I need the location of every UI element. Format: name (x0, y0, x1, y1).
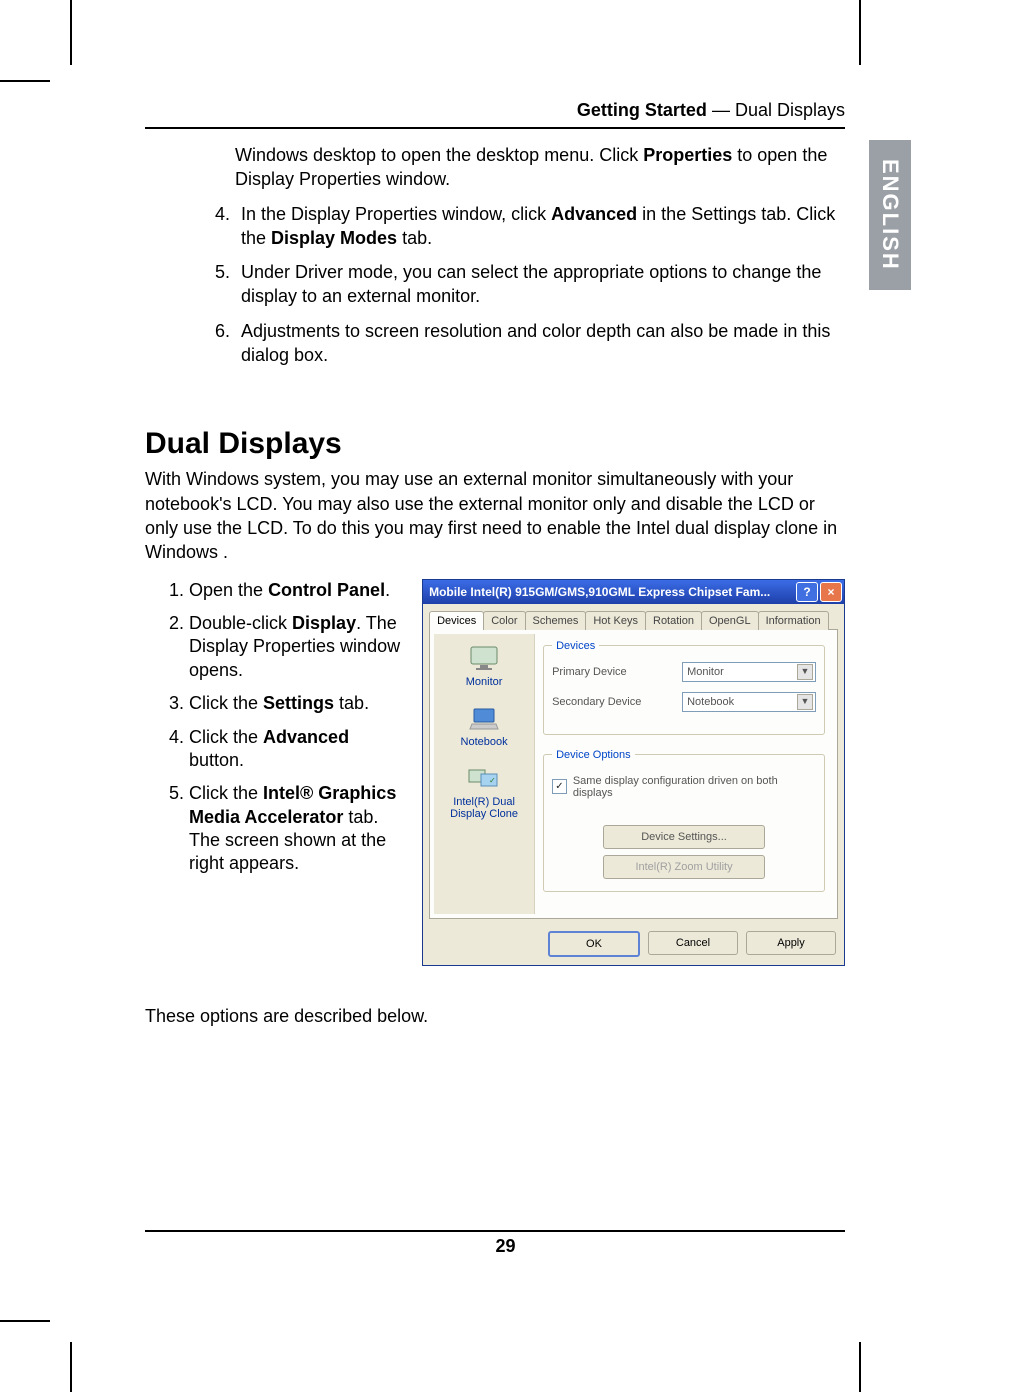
continued-fragment: Windows desktop to open the desktop menu… (235, 143, 845, 192)
device-options-legend: Device Options (552, 749, 635, 761)
help-button[interactable]: ? (796, 582, 818, 602)
dialog-title: Mobile Intel(R) 915GM/GMS,910GML Express… (429, 585, 794, 599)
primary-device-label: Primary Device (552, 666, 682, 678)
ok-button[interactable]: OK (548, 931, 640, 957)
cancel-button[interactable]: Cancel (648, 931, 738, 955)
running-header: Getting Started — Dual Displays (145, 100, 845, 129)
chevron-down-icon: ▼ (797, 664, 813, 680)
dialog-tab-devices[interactable]: Devices (429, 611, 484, 630)
instruction-item: Adjustments to screen resolution and col… (235, 319, 845, 368)
device-options-fieldset: Device Options ✓ Same display configurat… (543, 749, 825, 892)
same-config-label: Same display configuration driven on bot… (573, 775, 816, 799)
crop-mark (70, 1342, 72, 1392)
dialog-tab-information[interactable]: Information (758, 611, 829, 630)
primary-device-dropdown[interactable]: Monitor ▼ (682, 662, 816, 682)
intel-display-dialog: Mobile Intel(R) 915GM/GMS,910GML Express… (422, 579, 845, 966)
language-tab: ENGLISH (869, 140, 911, 290)
same-config-checkbox[interactable]: ✓ (552, 779, 567, 794)
crop-mark (0, 1320, 50, 1322)
sidebar-label: Intel(R) Dual Display Clone (434, 796, 534, 820)
header-topic: Dual Displays (735, 100, 845, 120)
secondary-device-value: Notebook (687, 696, 734, 708)
sidebar-item-dual-clone[interactable]: ✓ Intel(R) Dual Display Clone (434, 766, 534, 820)
instruction-item: Under Driver mode, you can select the ap… (235, 260, 845, 309)
below-note: These options are described below. (145, 1006, 845, 1027)
dialog-tab-color[interactable]: Color (483, 611, 525, 630)
dialog-tab-schemes[interactable]: Schemes (525, 611, 587, 630)
language-label: ENGLISH (877, 159, 903, 271)
monitor-icon (468, 644, 500, 672)
close-button[interactable]: × (820, 582, 842, 602)
secondary-device-label: Secondary Device (552, 696, 682, 708)
dialog-tab-rotation[interactable]: Rotation (645, 611, 702, 630)
dual-display-icon: ✓ (467, 766, 501, 792)
intro-paragraph: With Windows system, you may use an exte… (145, 467, 845, 564)
step-item: Click the Settings tab. (189, 692, 406, 715)
device-settings-button[interactable]: Device Settings... (603, 825, 765, 849)
crop-mark (859, 0, 861, 65)
dialog-titlebar[interactable]: Mobile Intel(R) 915GM/GMS,910GML Express… (423, 580, 844, 604)
crop-mark (0, 80, 50, 82)
crop-mark (70, 0, 72, 65)
sidebar-item-notebook[interactable]: Notebook (461, 706, 508, 748)
section-heading: Dual Displays (145, 427, 845, 461)
step-item: Open the Control Panel. (189, 579, 406, 602)
step-item: Click the Advanced button. (189, 726, 406, 773)
sidebar-label: Monitor (466, 676, 503, 688)
sidebar-item-monitor[interactable]: Monitor (466, 644, 503, 688)
secondary-device-dropdown[interactable]: Notebook ▼ (682, 692, 816, 712)
instruction-item: In the Display Properties window, click … (235, 202, 845, 251)
devices-legend: Devices (552, 640, 599, 652)
crop-mark (859, 1342, 861, 1392)
zoom-utility-button: Intel(R) Zoom Utility (603, 855, 765, 879)
notebook-icon (468, 706, 500, 732)
apply-button[interactable]: Apply (746, 931, 836, 955)
primary-device-value: Monitor (687, 666, 724, 678)
devices-fieldset: Devices Primary Device Monitor ▼ Se (543, 640, 825, 735)
footer-rule (145, 1230, 845, 1232)
page-number: 29 (0, 1236, 1011, 1257)
device-sidebar: Monitor Notebook ✓ Intel(R) Dual Display… (434, 634, 535, 914)
step-item: Click the Intel® Graphics Media Accelera… (189, 782, 406, 876)
dialog-tabs: DevicesColorSchemesHot KeysRotationOpenG… (423, 604, 844, 629)
sidebar-label: Notebook (461, 736, 508, 748)
dialog-tab-hot-keys[interactable]: Hot Keys (585, 611, 646, 630)
dialog-tab-opengl[interactable]: OpenGL (701, 611, 759, 630)
header-sep: — (707, 100, 735, 120)
header-section: Getting Started (577, 100, 707, 120)
chevron-down-icon: ▼ (797, 694, 813, 710)
svg-text:✓: ✓ (489, 776, 496, 785)
step-item: Double-click Display. The Display Proper… (189, 612, 406, 682)
